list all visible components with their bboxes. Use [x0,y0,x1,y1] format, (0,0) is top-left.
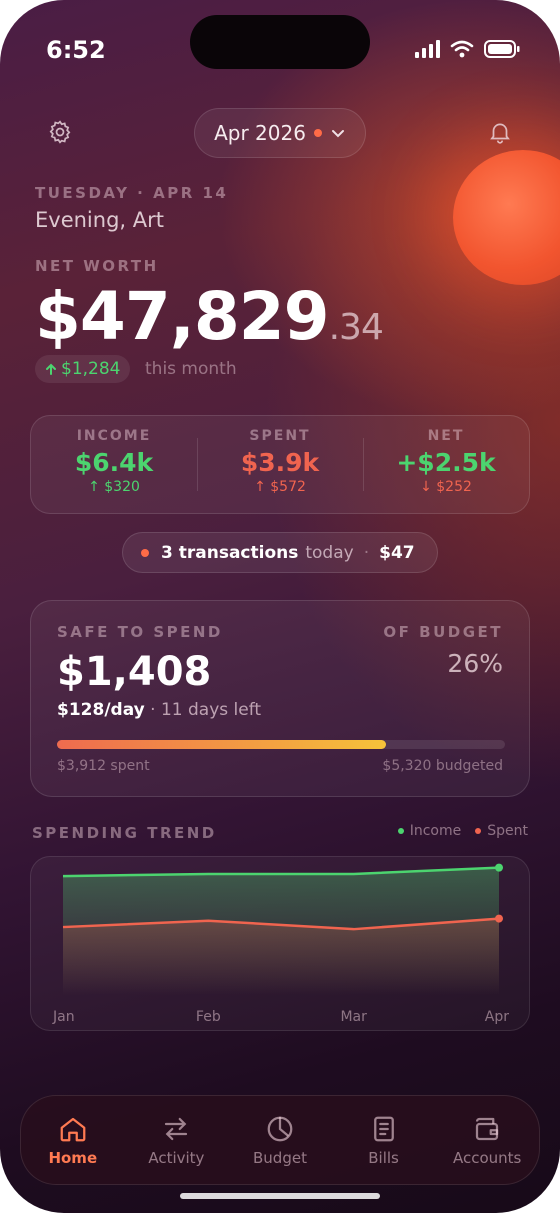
legend-income: Income [397,823,462,839]
status-time: 6:52 [46,36,106,64]
tab-label: Home [48,1148,98,1167]
networth-label: NET WORTH [35,257,159,275]
transactions-count: 3 transactions [161,542,299,563]
document-icon [373,1116,394,1141]
networth-change-badge: $1,284 [35,355,131,383]
days-left: · 11 days left [150,700,262,720]
home-indicator [180,1193,380,1199]
of-budget-label: OF BUDGET [383,623,503,641]
sun-decoration [453,150,560,285]
stat-label: SPENT [249,428,311,444]
today-transactions-pill[interactable]: 3 transactions today · $47 [122,532,438,573]
budgeted-total: $5,320 budgeted [382,758,503,774]
chevron-down-icon [331,130,344,138]
legend-income-dot [397,828,404,834]
networth-change-period: this month [145,359,237,379]
chart-legend: Income Spent [397,823,528,839]
notifications-button[interactable] [480,112,520,152]
month-selector[interactable]: Apr 2026 [194,108,366,158]
greeting: Evening, Art [35,208,164,232]
networth-cents: .34 [328,307,384,348]
series-area-spent [63,918,499,995]
data-point-spent [495,914,503,923]
stat-label: NET [427,428,465,444]
budget-progress-track [57,740,505,749]
legend-spent-dot [475,828,482,834]
tab-activity[interactable]: Activity [131,1114,221,1167]
arrow-up-icon [46,363,56,375]
stat-net[interactable]: NET +$2.5k ↓ $252 [363,416,529,513]
battery-icon [484,40,520,58]
bottom-tab-bar: Home Activity Budget Bills Accounts [20,1095,540,1185]
x-tick-label: Jan [52,1009,75,1025]
wifi-icon [450,40,474,58]
cashflow-stats-card: INCOME $6.4k ↑ $320 SPENT $3.9k ↑ $572 N… [30,415,530,514]
tab-home[interactable]: Home [28,1114,118,1167]
tab-label: Budget [253,1148,307,1167]
networth-whole: $47,829 [35,278,330,355]
x-tick-label: Feb [196,1009,221,1025]
tab-label: Bills [368,1148,399,1167]
x-tick-label: Mar [340,1009,367,1025]
safe-to-spend-amount: $1,408 [57,649,212,695]
stat-delta: ↓ $252 [420,479,472,495]
stat-value: $3.9k [240,448,320,477]
tab-accounts[interactable]: Accounts [442,1114,532,1167]
transactions-separator: · [363,542,370,563]
x-tick-label: Apr [485,1009,509,1025]
spending-trend-chart[interactable]: Jan Feb Mar Apr [30,856,530,1031]
status-icons [414,40,520,58]
transactions-suffix: today [305,542,354,563]
stat-delta: ↑ $572 [254,479,306,495]
legend-spent: Spent [475,823,528,839]
networth-value: $47,829.34 [35,278,384,355]
gear-icon [49,120,71,144]
legend-spent-label: Spent [487,823,528,839]
live-dot [141,548,149,557]
stat-delta: ↑ $320 [88,479,140,495]
networth-change-amount: $1,284 [61,359,121,379]
month-indicator-dot [313,129,322,137]
tab-budget[interactable]: Budget [235,1114,325,1167]
dynamic-island [190,15,370,69]
wallet-icon [476,1117,499,1140]
tab-label: Accounts [452,1148,522,1167]
tab-bills[interactable]: Bills [339,1114,429,1167]
stat-value: +$2.5k [396,448,496,477]
phone-screen: 6:52 Apr 2026 TUESDAY · APR 14 Evening, … [0,0,560,1213]
spent-total: $3,912 spent [57,758,150,774]
stat-label: INCOME [76,428,152,444]
swap-arrows-icon [165,1117,188,1140]
home-icon [60,1117,86,1141]
safe-to-spend-card[interactable]: SAFE TO SPEND OF BUDGET $1,408 26% $128/… [30,600,530,797]
tab-label: Activity [148,1148,205,1167]
legend-income-label: Income [409,823,462,839]
trend-chart-svg: Jan Feb Mar Apr [52,863,509,1025]
stat-spent[interactable]: SPENT $3.9k ↑ $572 [197,416,363,513]
pie-clock-icon [267,1116,293,1141]
safe-to-spend-label: SAFE TO SPEND [57,623,223,641]
spending-trend-title: SPENDING TREND [32,824,217,842]
per-day-amount: $128/day [57,700,145,720]
budget-percent: 26% [447,649,503,678]
transactions-amount: $47 [379,542,415,563]
month-label: Apr 2026 [214,121,306,145]
date-label: TUESDAY · APR 14 [35,184,229,202]
cellular-signal-icon [415,40,440,58]
bell-icon [490,123,510,144]
stat-value: $6.4k [74,448,154,477]
budget-progress-fill [57,740,387,749]
settings-button[interactable] [40,112,80,152]
stat-income[interactable]: INCOME $6.4k ↑ $320 [31,416,197,513]
safe-to-spend-detail: $128/day · 11 days left [57,700,261,720]
data-point-income [495,863,503,872]
